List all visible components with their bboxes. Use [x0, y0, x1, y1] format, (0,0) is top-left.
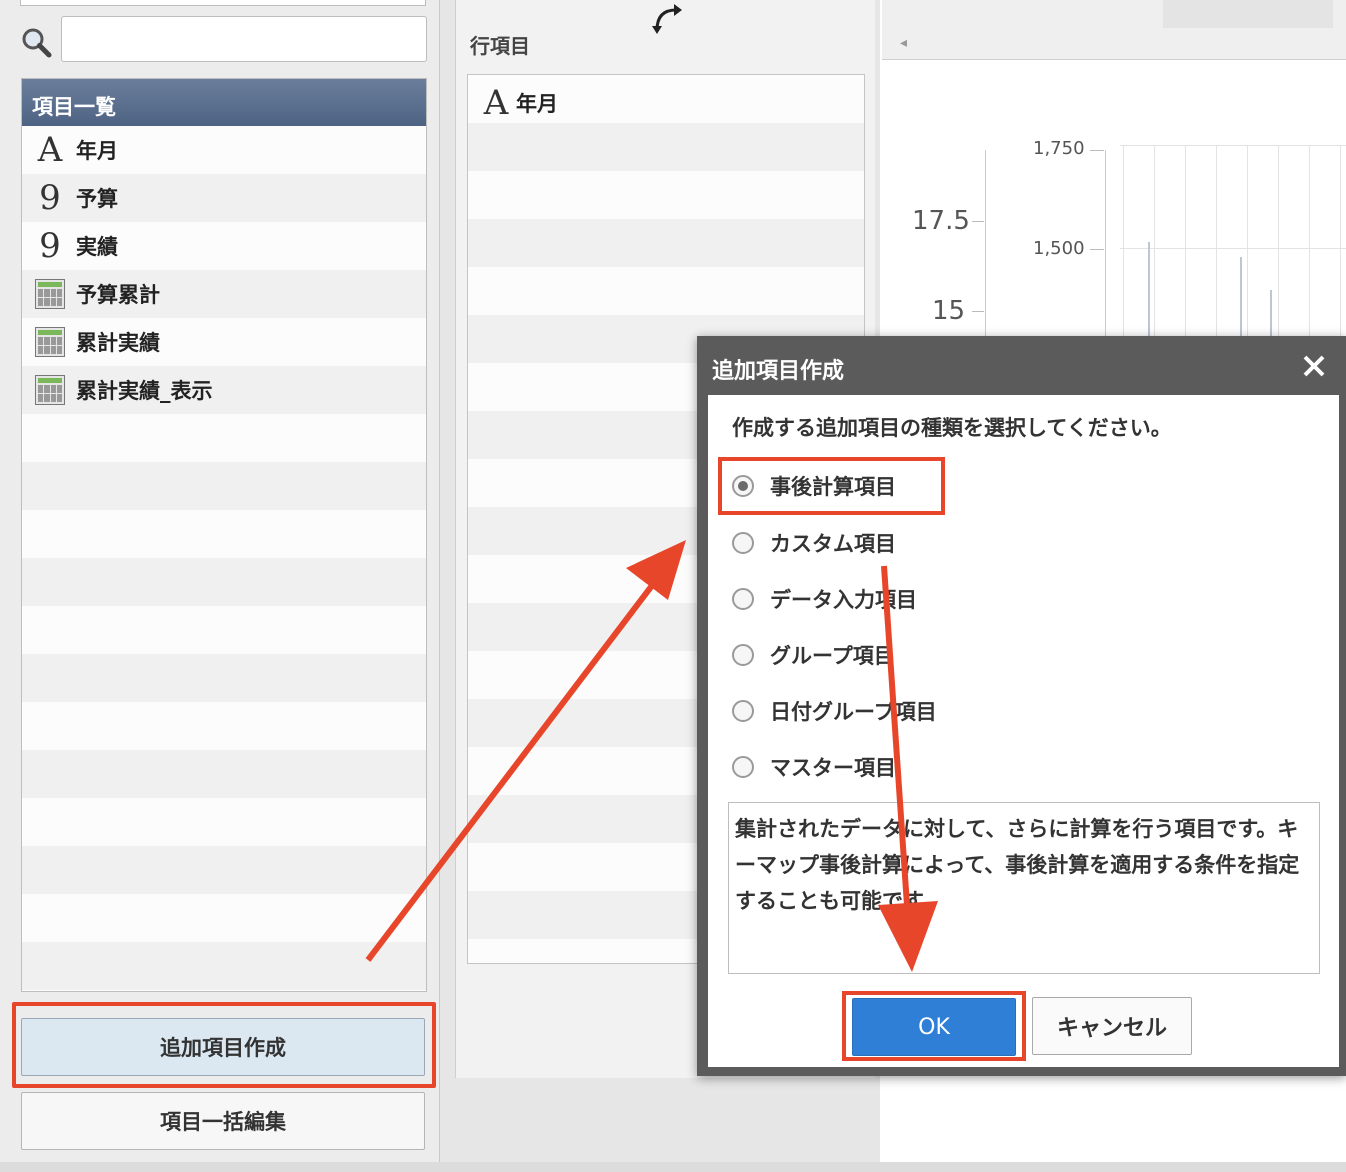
chart-gridline	[1309, 145, 1310, 345]
list-row-background	[22, 414, 426, 462]
chart-gridline	[1185, 145, 1186, 345]
list-row-background	[22, 942, 426, 990]
list-row-background	[468, 219, 864, 267]
axis-tick	[972, 311, 984, 312]
item-list-header: 項目一覧	[22, 79, 426, 126]
list-item-label: 予算累計	[76, 283, 160, 307]
close-icon[interactable]	[1296, 348, 1332, 384]
search-input[interactable]	[61, 16, 427, 62]
scroll-left-icon[interactable]: ◂	[900, 35, 907, 51]
dialog-instruction: 作成する追加項目の種類を選択してください。	[732, 416, 1172, 440]
list-item[interactable]: 予算累計	[22, 270, 426, 318]
list-item-label: 年月	[76, 139, 118, 163]
calculator-icon	[35, 279, 65, 309]
list-row-background	[22, 654, 426, 702]
list-row-background	[22, 798, 426, 846]
list-row-background	[468, 171, 864, 219]
chart-bar	[1148, 242, 1150, 342]
chart-bar	[1240, 257, 1242, 342]
list-row-background	[22, 846, 426, 894]
radio-label: データ入力項目	[770, 588, 917, 612]
annotation-highlight-radio	[718, 457, 945, 515]
axis-tick-label: 1,750	[1033, 138, 1085, 159]
radio-button[interactable]	[732, 532, 754, 554]
right-axis-line	[1105, 150, 1106, 340]
axis-tick	[1090, 150, 1104, 151]
option-description: 集計されたデータに対して、さらに計算を行う項目です。キーマップ事後計算によって、…	[728, 802, 1320, 974]
list-item-label: 予算	[76, 187, 118, 211]
radio-option-date-group[interactable]: 日付グループ項目	[732, 691, 937, 731]
radio-label: マスター項目	[770, 756, 896, 780]
axis-tick-label: 1,500	[1033, 238, 1085, 259]
list-row-background	[22, 990, 426, 991]
list-item[interactable]: 9 予算	[22, 174, 426, 222]
number-type-icon: 9	[39, 178, 61, 218]
radio-label: グループ項目	[770, 644, 895, 668]
chart-gridline	[1278, 145, 1279, 345]
list-row-background	[22, 606, 426, 654]
row-item-label: 年月	[516, 92, 558, 116]
scrollbar-thumb[interactable]	[1163, 0, 1333, 28]
list-item[interactable]: A 年月	[22, 126, 426, 174]
left-axis-line	[985, 150, 986, 340]
list-item-label: 実績	[76, 235, 118, 259]
chart-gridline	[1120, 248, 1346, 249]
row-item[interactable]: A 年月	[468, 79, 864, 127]
axis-tick-label: 17.5	[912, 206, 970, 236]
bulk-edit-button[interactable]: 項目一括編集	[21, 1092, 425, 1150]
cancel-button[interactable]: キャンセル	[1032, 997, 1192, 1055]
list-item[interactable]: 累計実績_表示	[22, 366, 426, 414]
item-list: 項目一覧 A 年月 9 予算 9 実績 予算累計 累計実績 累計実績_表示	[21, 78, 427, 992]
radio-option-master[interactable]: マスター項目	[732, 747, 896, 787]
list-row-background	[468, 123, 864, 171]
list-row-background	[22, 894, 426, 942]
text-type-icon: A	[483, 83, 509, 123]
radio-button[interactable]	[732, 756, 754, 778]
window-bottom-edge	[0, 1162, 1346, 1172]
dialog-title: 追加項目作成	[712, 359, 845, 384]
chart-bar	[1270, 290, 1272, 342]
axis-tick	[972, 221, 984, 222]
radio-label: 日付グループ項目	[770, 700, 937, 724]
calculator-icon	[35, 327, 65, 357]
list-row-background	[468, 267, 864, 315]
chart-gridline	[1247, 145, 1248, 345]
chart-gridline	[1216, 145, 1217, 345]
radio-button[interactable]	[732, 700, 754, 722]
axis-tick	[1090, 249, 1104, 250]
swap-axes-icon[interactable]	[650, 2, 684, 36]
radio-button[interactable]	[732, 644, 754, 666]
number-type-icon: 9	[39, 226, 61, 266]
list-row-background	[22, 510, 426, 558]
radio-label: カスタム項目	[770, 532, 896, 556]
panel-top-edge	[20, 0, 426, 6]
radio-option-custom[interactable]: カスタム項目	[732, 523, 896, 563]
list-item[interactable]: 9 実績	[22, 222, 426, 270]
list-item-label: 累計実績	[76, 331, 160, 355]
annotation-highlight-add-button	[12, 1002, 436, 1088]
radio-button[interactable]	[732, 588, 754, 610]
chart-gridline	[1340, 145, 1341, 345]
radio-option-group[interactable]: グループ項目	[732, 635, 895, 675]
axis-tick-label: 15	[932, 296, 966, 326]
radio-option-data-input[interactable]: データ入力項目	[732, 579, 917, 619]
list-row-background	[22, 702, 426, 750]
list-row-background	[22, 558, 426, 606]
chart-gridline	[1123, 145, 1124, 345]
annotation-highlight-ok	[842, 991, 1026, 1061]
row-items-label: 行項目	[470, 34, 530, 58]
list-row-background	[22, 750, 426, 798]
list-row-background	[22, 462, 426, 510]
search-icon[interactable]	[20, 26, 52, 58]
chart-gridline	[1154, 145, 1155, 345]
list-item[interactable]: 累計実績	[22, 318, 426, 366]
list-item-label: 累計実績_表示	[76, 379, 213, 403]
chart-gridline	[1120, 145, 1346, 146]
calculator-icon	[35, 375, 65, 405]
text-type-icon: A	[37, 130, 63, 170]
